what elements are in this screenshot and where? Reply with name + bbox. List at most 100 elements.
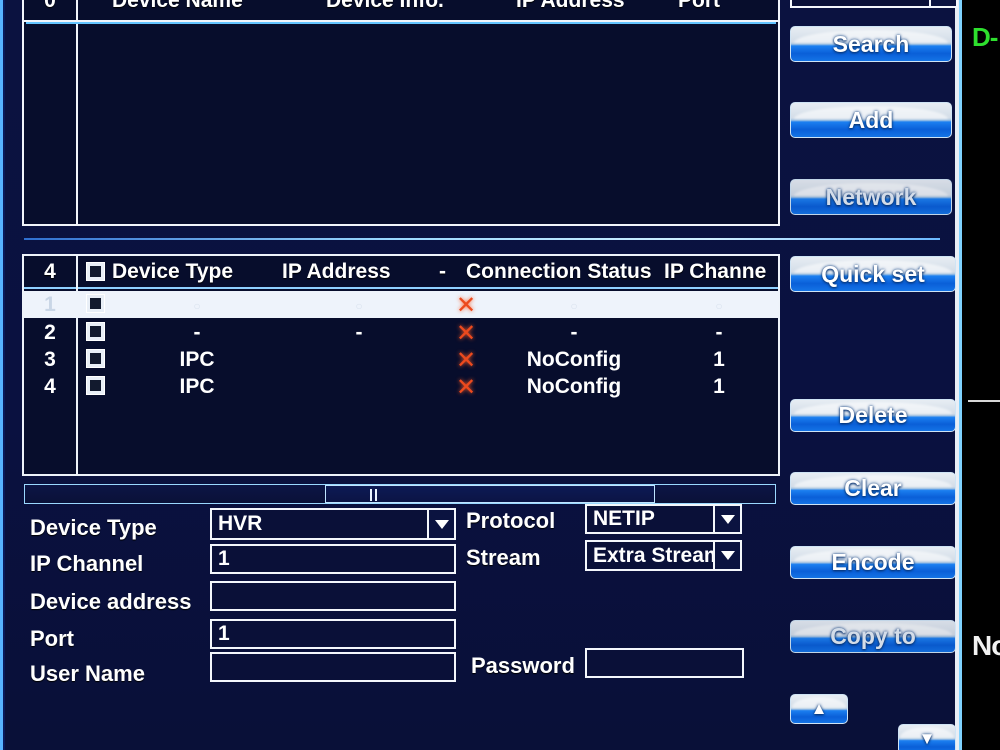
device-filter-select[interactable]: All (790, 0, 958, 8)
table-row[interactable]: 1 ○ ○ ✕ ○ ○ (24, 291, 778, 319)
row-checkbox[interactable] (86, 376, 105, 395)
search-results-table: 0 Device Name Device Info. IP Address Po… (22, 0, 780, 226)
port-label: Port (30, 626, 74, 651)
row-index: 2 (44, 321, 56, 344)
delete-button[interactable]: Delete (790, 399, 956, 432)
ip-channel-value: 1 (218, 547, 230, 570)
column-ip-channel: IP Channe (664, 260, 767, 283)
scroll-down-button[interactable]: ▼ (898, 724, 956, 750)
row-ip-address: ○ (355, 299, 363, 313)
table-row[interactable]: 2 - - ✕ - - (24, 319, 778, 347)
ip-channel-input[interactable]: 1 (210, 544, 456, 574)
port-value: 1 (218, 622, 230, 645)
chevron-down-icon[interactable] (713, 542, 740, 569)
connection-error-icon: ✕ (456, 347, 477, 374)
row-index: 4 (44, 375, 56, 398)
connection-error-icon: ✕ (456, 320, 477, 347)
device-list-header: 4 Device Type IP Address - Connection St… (24, 256, 778, 289)
device-type-select[interactable]: HVR (210, 508, 456, 540)
column-device-type: Device Type (112, 260, 234, 283)
horizontal-scrollbar[interactable] (24, 484, 776, 504)
column-ip-address: IP Address (516, 0, 625, 12)
search-button-label: Search (832, 30, 910, 57)
quick-set-button[interactable]: Quick set (790, 256, 956, 292)
osd-white-text: No (972, 630, 1000, 661)
row-device-type: ○ (193, 299, 201, 313)
search-results-count: 0 (44, 0, 56, 12)
stream-select[interactable]: Extra Stream (585, 540, 742, 571)
triangle-down-icon: ▼ (918, 729, 936, 748)
column-ip-address: IP Address (282, 260, 391, 283)
row-connection-status: NoConfig (526, 375, 622, 398)
device-list-count: 4 (44, 260, 56, 283)
search-button[interactable]: Search (790, 26, 952, 62)
scrollbar-grip (375, 489, 377, 501)
encode-button[interactable]: Encode (790, 546, 956, 579)
protocol-value: NETIP (593, 507, 655, 530)
search-results-col-sep (76, 0, 78, 224)
row-index: 3 (44, 348, 56, 371)
digital-channel-dialog: 0 Device Name Device Info. IP Address Po… (0, 0, 962, 750)
panel-left-edge-inner (3, 0, 5, 750)
user-name-label: User Name (30, 661, 145, 686)
column-connection-status: Connection Status (466, 260, 652, 283)
encode-button-label: Encode (831, 549, 915, 575)
row-connection-status: - (570, 321, 578, 344)
row-ip-channel: - (715, 321, 723, 344)
row-checkbox[interactable] (86, 322, 105, 341)
device-list-table: 4 Device Type IP Address - Connection St… (22, 254, 780, 476)
copy-to-button[interactable]: Copy to (790, 620, 956, 653)
device-type-value: HVR (218, 512, 263, 535)
scrollbar-grip (370, 489, 372, 501)
protocol-select[interactable]: NETIP (585, 504, 742, 534)
password-label: Password (471, 653, 575, 678)
row-checkbox[interactable] (86, 349, 105, 368)
chevron-down-icon[interactable] (929, 0, 956, 6)
connection-error-icon: ✕ (456, 374, 477, 401)
row-index: 1 (44, 293, 56, 316)
stream-value: Extra Stream (593, 543, 713, 567)
copy-to-button-label: Copy to (830, 623, 916, 649)
live-view-divider (968, 400, 1000, 402)
triangle-up-icon: ▲ (810, 699, 828, 718)
select-all-checkbox[interactable] (86, 262, 105, 281)
scroll-up-button[interactable]: ▲ (790, 694, 848, 724)
row-ip-channel: ○ (715, 299, 723, 313)
row-device-type: - (193, 321, 201, 344)
live-view-background: D- No (958, 0, 1000, 750)
password-input[interactable] (585, 648, 744, 678)
panel-right-edge (959, 0, 962, 750)
device-address-input[interactable] (210, 581, 456, 611)
user-name-input[interactable] (210, 652, 456, 682)
chevron-down-icon[interactable] (427, 510, 454, 538)
search-results-header: 0 Device Name Device Info. IP Address Po… (24, 0, 778, 22)
chevron-down-icon[interactable] (713, 506, 740, 532)
delete-button-label: Delete (838, 402, 908, 428)
osd-green-text: D- (972, 22, 998, 52)
search-results-header-glow (26, 22, 776, 24)
row-checkbox[interactable] (86, 294, 105, 313)
row-connection-status: ○ (570, 299, 578, 313)
add-button[interactable]: Add (790, 102, 952, 138)
row-ip-channel: 1 (713, 348, 725, 371)
protocol-label: Protocol (466, 508, 556, 533)
network-button[interactable]: Network (790, 179, 952, 215)
connection-error-icon: ✕ (456, 292, 477, 319)
add-button-label: Add (848, 106, 894, 133)
column-device-info: Device Info. (326, 0, 444, 12)
row-ip-address: - (355, 321, 363, 344)
ip-channel-label: IP Channel (30, 551, 144, 576)
scrollbar-thumb[interactable] (325, 485, 655, 503)
row-device-type: IPC (179, 375, 215, 398)
column-port: Port (678, 0, 720, 12)
row-device-type: IPC (179, 348, 215, 371)
clear-button-label: Clear (844, 475, 902, 501)
table-row[interactable]: 3 IPC ✕ NoConfig 1 (24, 346, 778, 374)
nvr-digital-channel-screen: D- No 0 Device Name Device Info. IP Addr… (0, 0, 1000, 750)
clear-button[interactable]: Clear (790, 472, 956, 505)
port-input[interactable]: 1 (210, 619, 456, 649)
table-row[interactable]: 4 IPC ✕ NoConfig 1 (24, 373, 778, 401)
row-ip-channel: 1 (713, 375, 725, 398)
device-address-label: Device address (30, 589, 192, 614)
section-divider (24, 238, 940, 240)
